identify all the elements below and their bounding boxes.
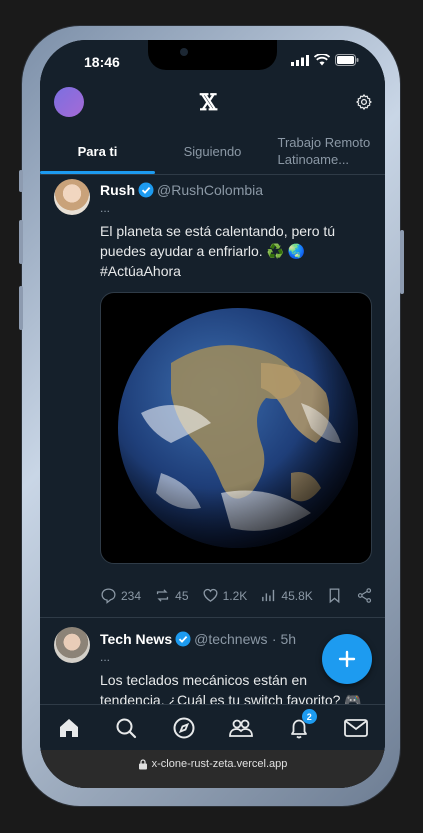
tweet-author-handle[interactable]: @RushColombia	[157, 182, 263, 198]
tweet-author-avatar[interactable]	[54, 179, 90, 215]
home-icon	[59, 719, 78, 737]
nav-explore[interactable]	[169, 713, 199, 743]
tweet-text-line: tendencia. ¿Cuál es tu switch favorito? …	[100, 692, 362, 704]
search-icon	[116, 718, 137, 739]
tweet-media-image[interactable]	[100, 292, 372, 564]
tab-label: Siguiendo	[183, 143, 242, 159]
app-header: 𝕏	[40, 82, 385, 126]
front-camera	[180, 48, 188, 56]
status-time: 18:46	[84, 54, 120, 70]
phone-screen: 18:46 𝕏 Para ti Siguiendo Trabajo Remoto…	[40, 40, 385, 788]
earth-image	[118, 308, 358, 548]
profile-avatar[interactable]	[54, 87, 84, 117]
bookmark-icon	[329, 588, 340, 604]
mail-icon	[344, 719, 369, 737]
tab-siguiendo[interactable]: Siguiendo	[155, 128, 270, 174]
signal-icon	[291, 54, 309, 66]
active-tab-indicator	[40, 171, 155, 174]
timeline-tabs: Para ti Siguiendo Trabajo Remoto Latinoa…	[40, 128, 385, 175]
bar-chart-icon	[262, 589, 275, 602]
plus-icon	[338, 650, 356, 668]
power-button	[400, 230, 404, 294]
compose-tweet-button[interactable]	[322, 634, 372, 684]
tab-label: Trabajo Remoto Latinoame...	[277, 135, 371, 167]
volume-down-button	[19, 286, 23, 330]
nav-notifications[interactable]: 2	[284, 709, 317, 743]
volume-up-button	[19, 220, 23, 264]
share-icon	[357, 588, 372, 603]
tweet-author-handle[interactable]: @technews	[194, 631, 267, 647]
lock-icon	[138, 759, 147, 770]
view-count: 45.8K	[281, 588, 313, 603]
like-button[interactable]: 1.2K	[202, 587, 248, 604]
views-button[interactable]: 45.8K	[260, 587, 313, 604]
nav-home[interactable]	[54, 713, 84, 743]
communities-icon	[229, 719, 254, 737]
browser-url-bar[interactable]: x-clone-rust-zeta.vercel.app	[40, 750, 385, 788]
tweet-author-avatar[interactable]	[54, 627, 90, 663]
tab-label: Para ti	[77, 143, 118, 159]
tweet-text-line: puedes ayudar a enfriarlo. ♻️ 🌏	[100, 243, 306, 259]
tweet-author-name[interactable]: Tech News	[100, 631, 172, 647]
verified-badge-icon	[138, 182, 154, 198]
tweet-author-name[interactable]: Rush	[100, 182, 135, 198]
tweet[interactable]: Rush @RushColombia ... El planeta se está…	[40, 175, 385, 618]
retweet-button[interactable]: 45	[154, 587, 189, 604]
tab-trabajo-remoto[interactable]: Trabajo Remoto Latinoame...	[270, 128, 385, 174]
battery-icon	[335, 54, 359, 66]
tweet-text: El planeta se está calentando, pero tú p…	[100, 221, 370, 281]
tweet-timestamp[interactable]: · 5h	[272, 631, 296, 647]
tab-para-ti[interactable]: Para ti	[40, 128, 155, 174]
more-options-icon[interactable]: ...	[100, 650, 110, 664]
retweet-icon	[157, 589, 169, 602]
gear-icon[interactable]	[355, 93, 373, 111]
bottom-navigation: 2	[40, 704, 385, 751]
reply-count: 234	[121, 588, 142, 603]
tweet-text-line: El planeta se está calentando, pero tú	[100, 223, 336, 239]
verified-badge-icon	[175, 631, 191, 647]
reply-icon	[101, 588, 116, 604]
compass-icon	[173, 717, 195, 739]
nav-messages[interactable]	[341, 713, 371, 743]
notifications-badge: 2	[301, 709, 317, 724]
reply-button[interactable]: 234	[100, 587, 141, 604]
heart-icon	[203, 588, 218, 602]
bookmark-button[interactable]	[326, 587, 343, 604]
nav-communities[interactable]	[226, 713, 256, 743]
retweet-count: 45	[175, 588, 189, 603]
hashtag-link: #ActúaAhora	[100, 263, 181, 279]
mute-switch	[19, 170, 23, 192]
wifi-icon	[314, 54, 330, 66]
notch	[148, 40, 277, 70]
share-button[interactable]	[356, 587, 373, 604]
like-count: 1.2K	[222, 588, 248, 603]
tweet-actions: 234 45 1.2K 45.8K	[100, 587, 373, 604]
url-text: x-clone-rust-zeta.vercel.app	[151, 758, 288, 770]
more-options-icon[interactable]: ...	[100, 201, 110, 215]
nav-search[interactable]	[111, 713, 141, 743]
x-logo[interactable]: 𝕏	[200, 90, 217, 116]
